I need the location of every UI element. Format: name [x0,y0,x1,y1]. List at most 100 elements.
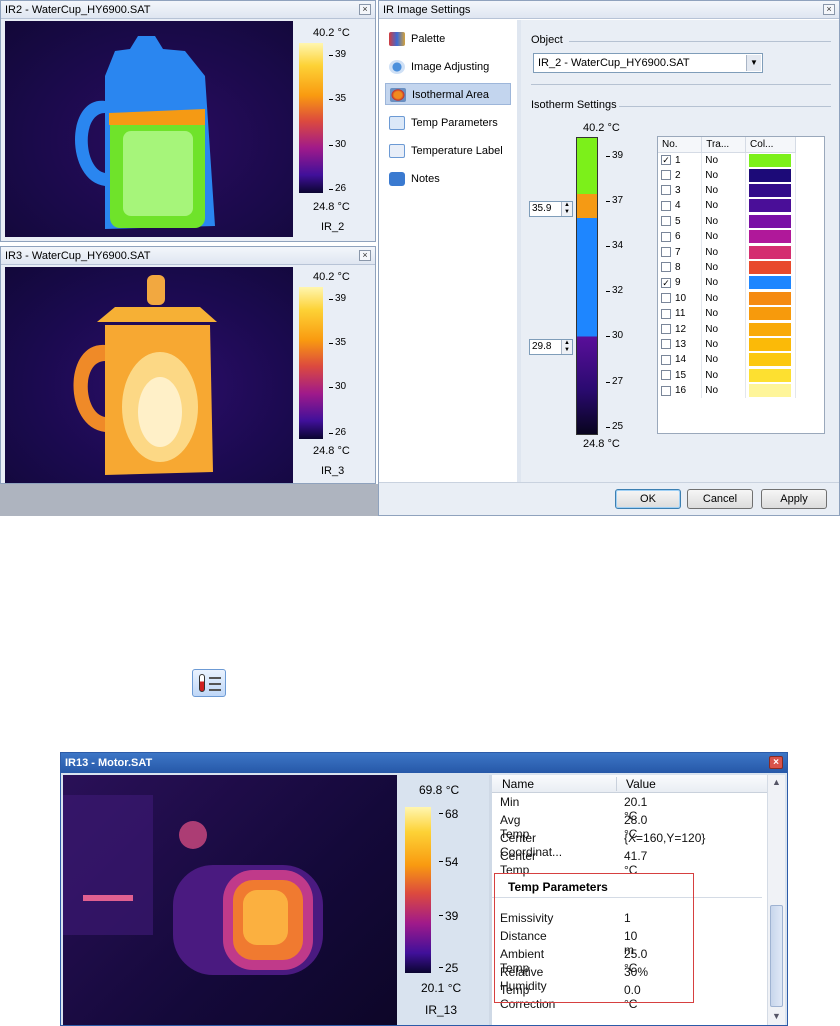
ir2-image-label: IR_2 [321,221,345,233]
isotherm-row[interactable]: 10 No [658,290,796,307]
apply-button[interactable]: Apply [761,489,827,509]
isotherm-color-cell[interactable] [745,167,796,183]
isotherm-row[interactable]: 14 No [658,352,796,368]
nav-item-notes[interactable]: Notes [385,168,511,190]
checkbox-icon[interactable] [661,216,671,227]
isotherm-color-cell[interactable] [745,152,796,168]
object-select[interactable]: IR_2 - WaterCup_HY6900.SAT ▼ [533,53,763,73]
isotherm-row[interactable]: 4 No [658,198,796,214]
checkbox-icon[interactable] [661,339,671,350]
temp-parameters-icon [192,669,226,697]
isotherm-color-cell[interactable] [745,367,796,383]
thermometer-icon [199,674,205,692]
isotherm-row[interactable]: 2 No [658,167,796,183]
checkbox-icon[interactable] [661,323,671,334]
checkbox-icon[interactable] [661,385,671,396]
chevron-down-icon[interactable]: ▼ [772,1011,781,1021]
isotherm-row[interactable]: 6 No [658,229,796,245]
isotherm-row-no: ✓ 9 [658,275,703,291]
column-header-transparency[interactable]: Tra... [701,137,747,153]
column-header-no[interactable]: No. [658,137,703,153]
settings-content: Object IR_2 - WaterCup_HY6900.SAT ▼ Isot… [521,20,839,482]
isotherm-row[interactable]: 12 No [658,321,796,337]
isotherm-transparency: No [701,244,747,260]
checkbox-icon[interactable] [661,170,671,181]
isotherm-transparency: No [701,275,747,291]
column-header-name[interactable]: Name [502,777,534,791]
checkbox-icon[interactable] [661,354,671,365]
checkbox-icon[interactable] [661,308,671,319]
isotherm-color-cell[interactable] [745,290,796,307]
ir3-thermal-image[interactable] [5,267,293,483]
nav-item-label: Notes [411,173,440,185]
ir2-thermal-image[interactable] [5,21,293,237]
ok-button[interactable]: OK [615,489,681,509]
isotherm-row[interactable]: 5 No [658,213,796,230]
spin-arrows-icon[interactable]: ▲ ▼ [561,202,572,216]
isotherm-scale-max: 40.2 °C [583,122,620,134]
isotherm-row[interactable]: 15 No [658,367,796,383]
checkbox-icon[interactable] [661,231,671,242]
isotherm-row[interactable]: ✓ 1 No [658,152,796,168]
color-swatch [749,337,792,351]
isotherm-color-cell[interactable] [745,275,796,291]
chevron-up-icon[interactable]: ▲ [772,777,781,787]
isotherm-row[interactable]: 11 No [658,306,796,322]
close-icon[interactable]: × [359,4,371,15]
ir2-titlebar[interactable]: IR2 - WaterCup_HY6900.SAT × [1,1,375,19]
checkbox-icon[interactable] [661,200,671,211]
checkbox-icon[interactable] [661,247,671,257]
upper-threshold-input[interactable]: 35.9 ▲ ▼ [529,201,573,217]
ir3-titlebar[interactable]: IR3 - WaterCup_HY6900.SAT × [1,247,375,265]
isotherm-row[interactable]: 7 No [658,244,796,260]
settings-titlebar[interactable]: IR Image Settings × [379,1,839,19]
settings-nav: Palette Image Adjusting Isothermal Area … [379,20,517,482]
isotherm-number: 15 [675,369,687,381]
nav-item-isothermal-area[interactable]: Isothermal Area [385,83,511,105]
scrollbar-thumb[interactable] [770,905,783,1007]
ir13-thermal-image[interactable] [63,775,397,1025]
isotherm-color-cell[interactable] [745,259,796,276]
nav-item-temp-parameters[interactable]: Temp Parameters [385,112,511,134]
isotherm-color-cell[interactable] [745,382,796,399]
isotherm-color-cell[interactable] [745,229,796,245]
close-icon[interactable]: × [823,4,835,15]
isotherm-color-cell[interactable] [745,213,796,230]
column-header-color[interactable]: Col... [745,137,796,153]
spin-arrows-icon[interactable]: ▲ ▼ [561,340,572,354]
lower-threshold-input[interactable]: 29.8 ▲ ▼ [529,339,573,355]
nav-item-temperature-label[interactable]: Temperature Label [385,140,511,162]
close-icon[interactable]: × [769,756,783,769]
isotherm-color-cell[interactable] [745,244,796,260]
nav-item-image-adjusting[interactable]: Image Adjusting [385,56,511,78]
chevron-down-icon[interactable]: ▼ [746,55,761,71]
checkbox-icon[interactable] [661,370,671,381]
isotherm-row[interactable]: 13 No [658,336,796,353]
isotherm-number: 11 [675,308,686,320]
checkbox-checked-icon[interactable]: ✓ [661,277,671,288]
isotherm-row-no: 8 [658,259,703,276]
settings-title: IR Image Settings [383,4,471,16]
checkbox-checked-icon[interactable]: ✓ [661,154,671,165]
isotherm-color-cell[interactable] [745,321,796,337]
close-icon[interactable]: × [359,250,371,261]
isotherm-row[interactable]: 3 No [658,182,796,199]
isotherm-color-cell[interactable] [745,352,796,368]
isotherm-color-cell[interactable] [745,336,796,353]
ir13-tick: 54 [438,855,459,869]
isotherm-color-cell[interactable] [745,198,796,214]
isotherm-row[interactable]: 16 No [658,382,796,399]
column-header-value[interactable]: Value [626,777,656,791]
cancel-button[interactable]: Cancel [687,489,753,509]
checkbox-icon[interactable] [661,293,671,304]
isotherm-row[interactable]: ✓ 9 No [658,275,796,291]
isotherm-color-cell[interactable] [745,182,796,199]
isotherm-row[interactable]: 8 No [658,259,796,276]
workspace-background [0,484,378,516]
nav-item-palette[interactable]: Palette [385,28,511,50]
checkbox-icon[interactable] [661,185,671,196]
properties-scrollbar[interactable]: ▲ ▼ [767,775,785,1025]
ir13-titlebar[interactable]: IR13 - Motor.SAT × [61,753,787,773]
isotherm-color-cell[interactable] [745,306,796,322]
checkbox-icon[interactable] [661,262,671,273]
